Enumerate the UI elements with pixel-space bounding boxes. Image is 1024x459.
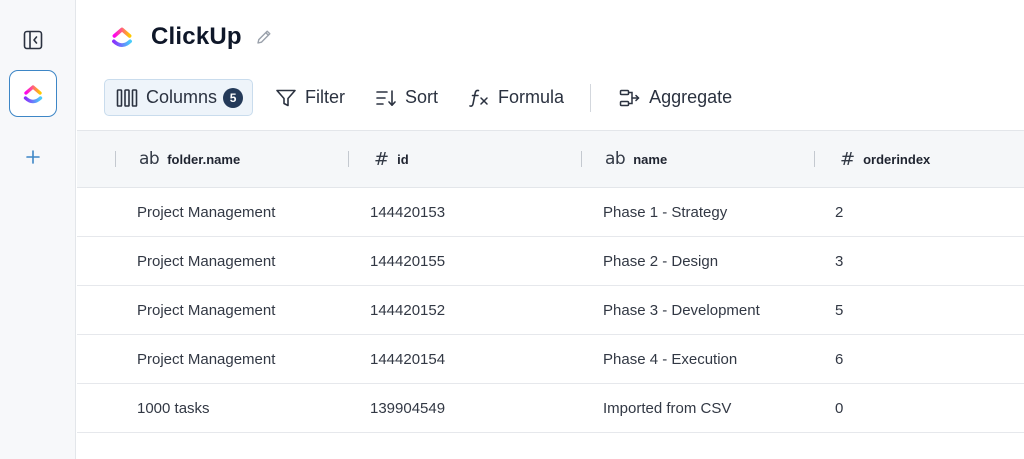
number-type-icon: # [840, 148, 856, 170]
column-header-id[interactable]: # id [374, 131, 409, 187]
column-resize-handle[interactable] [348, 151, 349, 167]
number-type-icon: # [374, 148, 390, 170]
cell-name: Phase 4 - Execution [603, 350, 738, 368]
filter-button[interactable]: Filter [265, 79, 355, 116]
table-row[interactable]: Project Management 144420154 Phase 4 - E… [77, 335, 1024, 384]
sidebar-toggle-button[interactable] [20, 27, 46, 53]
sidebar [0, 0, 76, 459]
main-panel: ClickUp Columns 5 Filter Sort Formula Ag… [77, 0, 1024, 459]
clickup-logo-icon [23, 84, 43, 103]
cell-folder-name: Project Management [137, 203, 276, 221]
sort-label: Sort [405, 87, 439, 107]
formula-label: Formula [498, 87, 565, 107]
cell-id: 144420152 [370, 301, 446, 319]
filter-label: Filter [305, 87, 346, 107]
cell-orderindex: 5 [835, 301, 844, 319]
cell-orderindex: 2 [835, 203, 844, 221]
page-header: ClickUp [109, 20, 275, 54]
cell-name: Phase 2 - Design [603, 252, 719, 270]
cell-name: Imported from CSV [603, 399, 732, 417]
formula-button[interactable]: Formula [458, 79, 574, 116]
clickup-app-button[interactable] [9, 70, 57, 117]
table-row[interactable]: Project Management 144420155 Phase 2 - D… [77, 237, 1024, 286]
cell-folder-name: Project Management [137, 350, 276, 368]
columns-count-badge: 5 [223, 87, 244, 108]
text-type-icon: ab [605, 149, 626, 169]
plus-icon [26, 150, 40, 164]
aggregate-button[interactable]: Aggregate [609, 79, 742, 116]
aggregate-label: Aggregate [649, 87, 733, 107]
cell-folder-name: Project Management [137, 301, 276, 319]
columns-icon [116, 88, 138, 107]
columns-label: Columns [146, 87, 218, 107]
function-icon [469, 89, 488, 107]
column-header-label: id [397, 151, 409, 167]
cell-id: 144420153 [370, 203, 446, 221]
clickup-logo-icon [112, 27, 132, 47]
sort-button[interactable]: Sort [365, 79, 448, 116]
cell-name: Phase 1 - Strategy [603, 203, 728, 221]
cell-name: Phase 3 - Development [603, 301, 760, 319]
column-header-label: name [633, 151, 668, 167]
grid-header-row: ab folder.name # id ab name # orderindex [77, 130, 1024, 188]
aggregate-icon [619, 89, 640, 106]
column-header-label: folder.name [167, 151, 241, 167]
column-header-label: orderindex [863, 151, 931, 167]
data-grid: ab folder.name # id ab name # orderindex… [77, 130, 1024, 433]
cell-id: 139904549 [370, 399, 446, 417]
text-type-icon: ab [139, 149, 160, 169]
column-resize-handle[interactable] [814, 151, 815, 167]
pencil-icon [257, 30, 271, 44]
filter-icon [276, 89, 296, 106]
column-resize-handle[interactable] [581, 151, 582, 167]
column-header-name[interactable]: ab name [605, 131, 667, 187]
column-header-folder-name[interactable]: ab folder.name [139, 131, 240, 187]
cell-id: 144420154 [370, 350, 446, 368]
sort-icon [376, 89, 396, 106]
cell-orderindex: 6 [835, 350, 844, 368]
table-row[interactable]: Project Management 144420152 Phase 3 - D… [77, 286, 1024, 335]
cell-folder-name: Project Management [137, 252, 276, 270]
column-resize-handle[interactable] [115, 151, 116, 167]
cell-orderindex: 0 [835, 399, 844, 417]
edit-title-button[interactable] [255, 27, 275, 47]
table-row[interactable]: 1000 tasks 139904549 Imported from CSV 0 [77, 384, 1024, 433]
table-row[interactable]: Project Management 144420153 Phase 1 - S… [77, 188, 1024, 237]
columns-button[interactable]: Columns 5 [104, 79, 254, 116]
panel-collapse-icon [23, 30, 43, 50]
cell-id: 144420155 [370, 252, 446, 270]
toolbar-divider [590, 83, 592, 112]
cell-folder-name: 1000 tasks [137, 399, 210, 417]
toolbar: Columns 5 Filter Sort Formula Aggregate [104, 79, 742, 116]
column-header-orderindex[interactable]: # orderindex [840, 131, 930, 187]
page-title: ClickUp [151, 23, 242, 50]
cell-orderindex: 3 [835, 252, 844, 270]
add-source-button[interactable] [22, 146, 44, 168]
